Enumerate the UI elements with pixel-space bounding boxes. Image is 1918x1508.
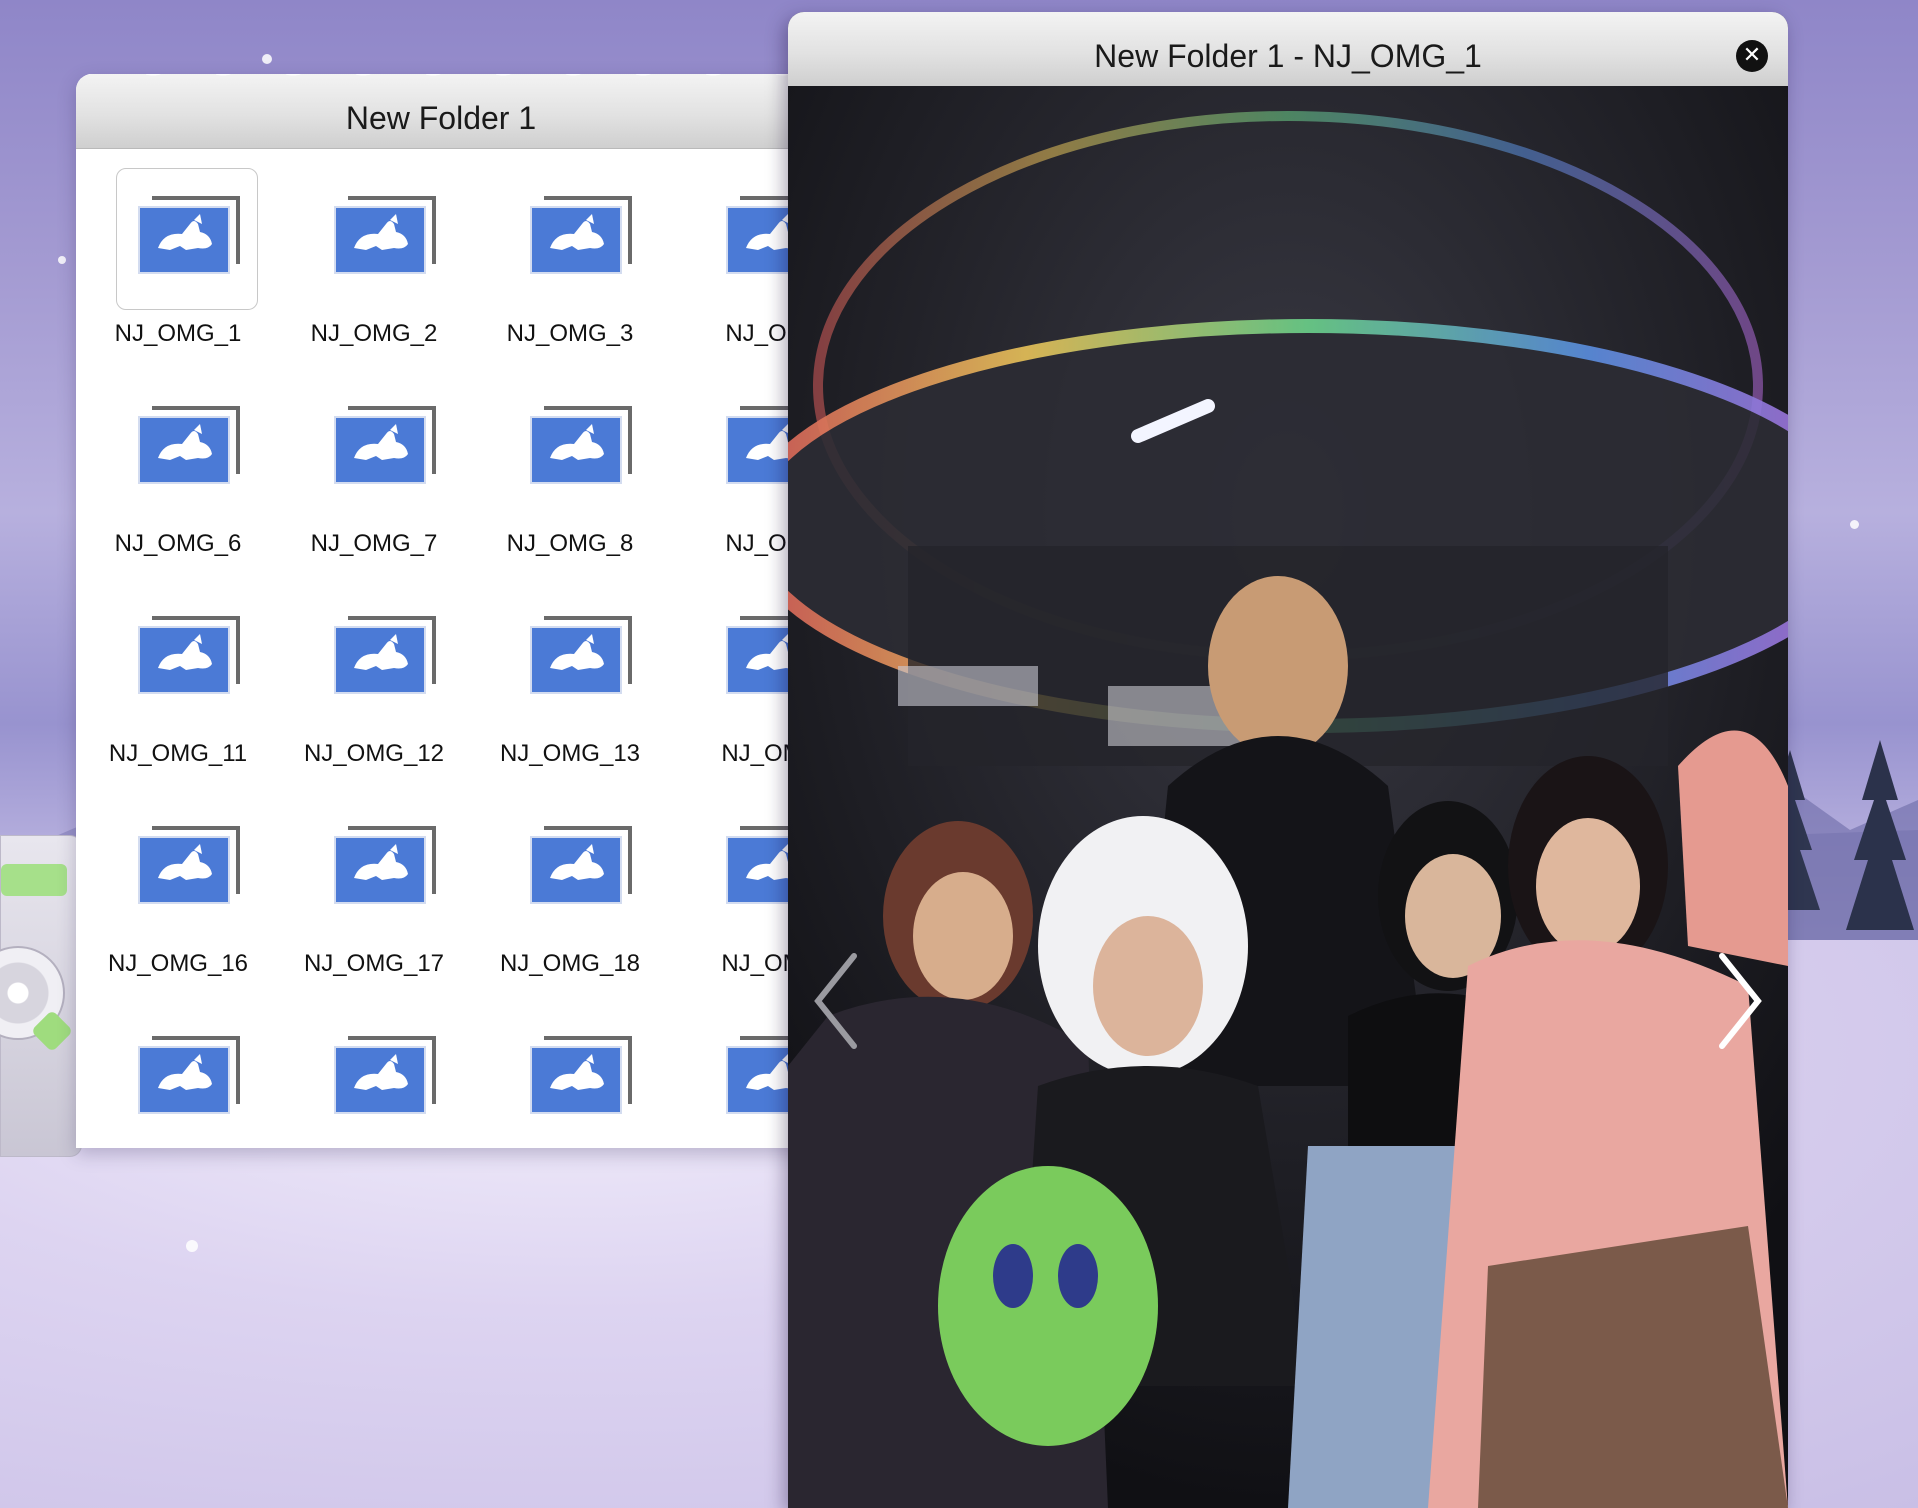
file-label: NJ_OMG_18 <box>499 950 641 977</box>
rabbit-image-file-icon <box>138 196 242 276</box>
snow-flake <box>262 54 272 64</box>
rabbit-image-file-icon <box>334 196 438 276</box>
image-viewer-window[interactable]: New Folder 1 - NJ_OMG_1 ✕ <box>788 12 1788 1508</box>
file-item[interactable] <box>668 988 806 1148</box>
file-item[interactable]: NJ_OMG_2 <box>276 148 472 347</box>
rabbit-image-file-icon <box>530 196 634 276</box>
file-label: NJ_OMG_1 <box>114 320 242 347</box>
file-item[interactable]: NJ_OMG_3 <box>472 148 668 347</box>
rabbit-image-file-icon <box>530 616 634 696</box>
close-icon[interactable]: ✕ <box>1736 40 1768 72</box>
sticker-tag <box>1 864 67 896</box>
snow-flake <box>186 1240 198 1252</box>
file-label: NJ_OMG_6 <box>114 530 242 557</box>
rabbit-image-file-icon <box>334 826 438 906</box>
file-label: NJ_OMG_7 <box>310 530 438 557</box>
rabbit-image-file-icon <box>138 406 242 486</box>
file-label: NJ_OMG_16 <box>107 950 249 977</box>
file-label: NJ_OMG_11 <box>108 740 248 767</box>
file-grid: NJ_OMG_1 NJ_OMG_2 NJ_OMG_3 NJ_OM NJ_OMG_6 NJ_… <box>76 148 806 1148</box>
file-label: NJ_OMG_12 <box>303 740 445 767</box>
folder-title: New Folder 1 <box>345 100 537 136</box>
file-item[interactable] <box>276 988 472 1148</box>
file-item[interactable]: NJ_OMG_16 <box>80 778 276 977</box>
file-label: NJ_OMG_3 <box>506 320 634 347</box>
file-item[interactable]: NJ_OMG_8 <box>472 358 668 557</box>
rabbit-image-file-icon <box>530 1036 634 1116</box>
file-item[interactable]: NJ_OM <box>668 358 806 557</box>
snow-flake <box>58 256 66 264</box>
file-item[interactable]: NJ_OM( <box>668 778 806 977</box>
rabbit-image-file-icon <box>138 1036 242 1116</box>
viewer-title: New Folder 1 - NJ_OMG_1 <box>1094 38 1482 74</box>
file-item[interactable]: NJ_OMG_11 <box>80 568 276 767</box>
snow-flake <box>1850 520 1859 529</box>
file-item[interactable]: NJ_OMG_7 <box>276 358 472 557</box>
rabbit-image-file-icon <box>138 616 242 696</box>
rabbit-image-file-icon <box>334 616 438 696</box>
file-item[interactable] <box>80 988 276 1148</box>
viewer-titlebar[interactable]: New Folder 1 - NJ_OMG_1 ✕ <box>788 12 1788 87</box>
file-label: NJ_OMG_13 <box>499 740 641 767</box>
file-item[interactable]: NJ_OM <box>668 148 806 347</box>
rabbit-image-file-icon <box>530 826 634 906</box>
file-label: NJ_OM <box>725 530 806 557</box>
file-item[interactable]: NJ_OMG_1 <box>80 148 276 347</box>
file-item[interactable]: NJ_OMG_13 <box>472 568 668 767</box>
file-item[interactable] <box>472 988 668 1148</box>
file-item[interactable]: NJ_OMG_12 <box>276 568 472 767</box>
file-item[interactable]: NJ_OM( <box>668 568 806 767</box>
rabbit-image-file-icon <box>530 406 634 486</box>
file-label: NJ_OMG_2 <box>310 320 438 347</box>
rabbit-image-file-icon <box>334 1036 438 1116</box>
chevron-left-icon[interactable] <box>806 946 866 1056</box>
file-label: NJ_OMG_17 <box>303 950 445 977</box>
file-item[interactable]: NJ_OMG_17 <box>276 778 472 977</box>
rabbit-image-file-icon <box>138 826 242 906</box>
desktop-sticker[interactable] <box>0 835 82 1157</box>
folder-window[interactable]: New Folder 1 NJ_OMG_1 NJ_OMG_2 NJ_OMG_3 NJ_… <box>76 74 806 1148</box>
folder-titlebar[interactable]: New Folder 1 <box>76 74 806 149</box>
file-item[interactable]: NJ_OMG_18 <box>472 778 668 977</box>
photo-display <box>788 86 1788 1508</box>
file-label: NJ_OM( <box>721 740 806 767</box>
file-item[interactable]: NJ_OMG_6 <box>80 358 276 557</box>
photo-image <box>788 86 1788 1508</box>
snow-drip-decoration <box>76 74 806 86</box>
file-label: NJ_OM <box>725 320 806 347</box>
chevron-right-icon[interactable] <box>1710 946 1770 1056</box>
file-label: NJ_OM( <box>721 950 806 977</box>
file-label: NJ_OMG_8 <box>506 530 634 557</box>
rabbit-image-file-icon <box>334 406 438 486</box>
